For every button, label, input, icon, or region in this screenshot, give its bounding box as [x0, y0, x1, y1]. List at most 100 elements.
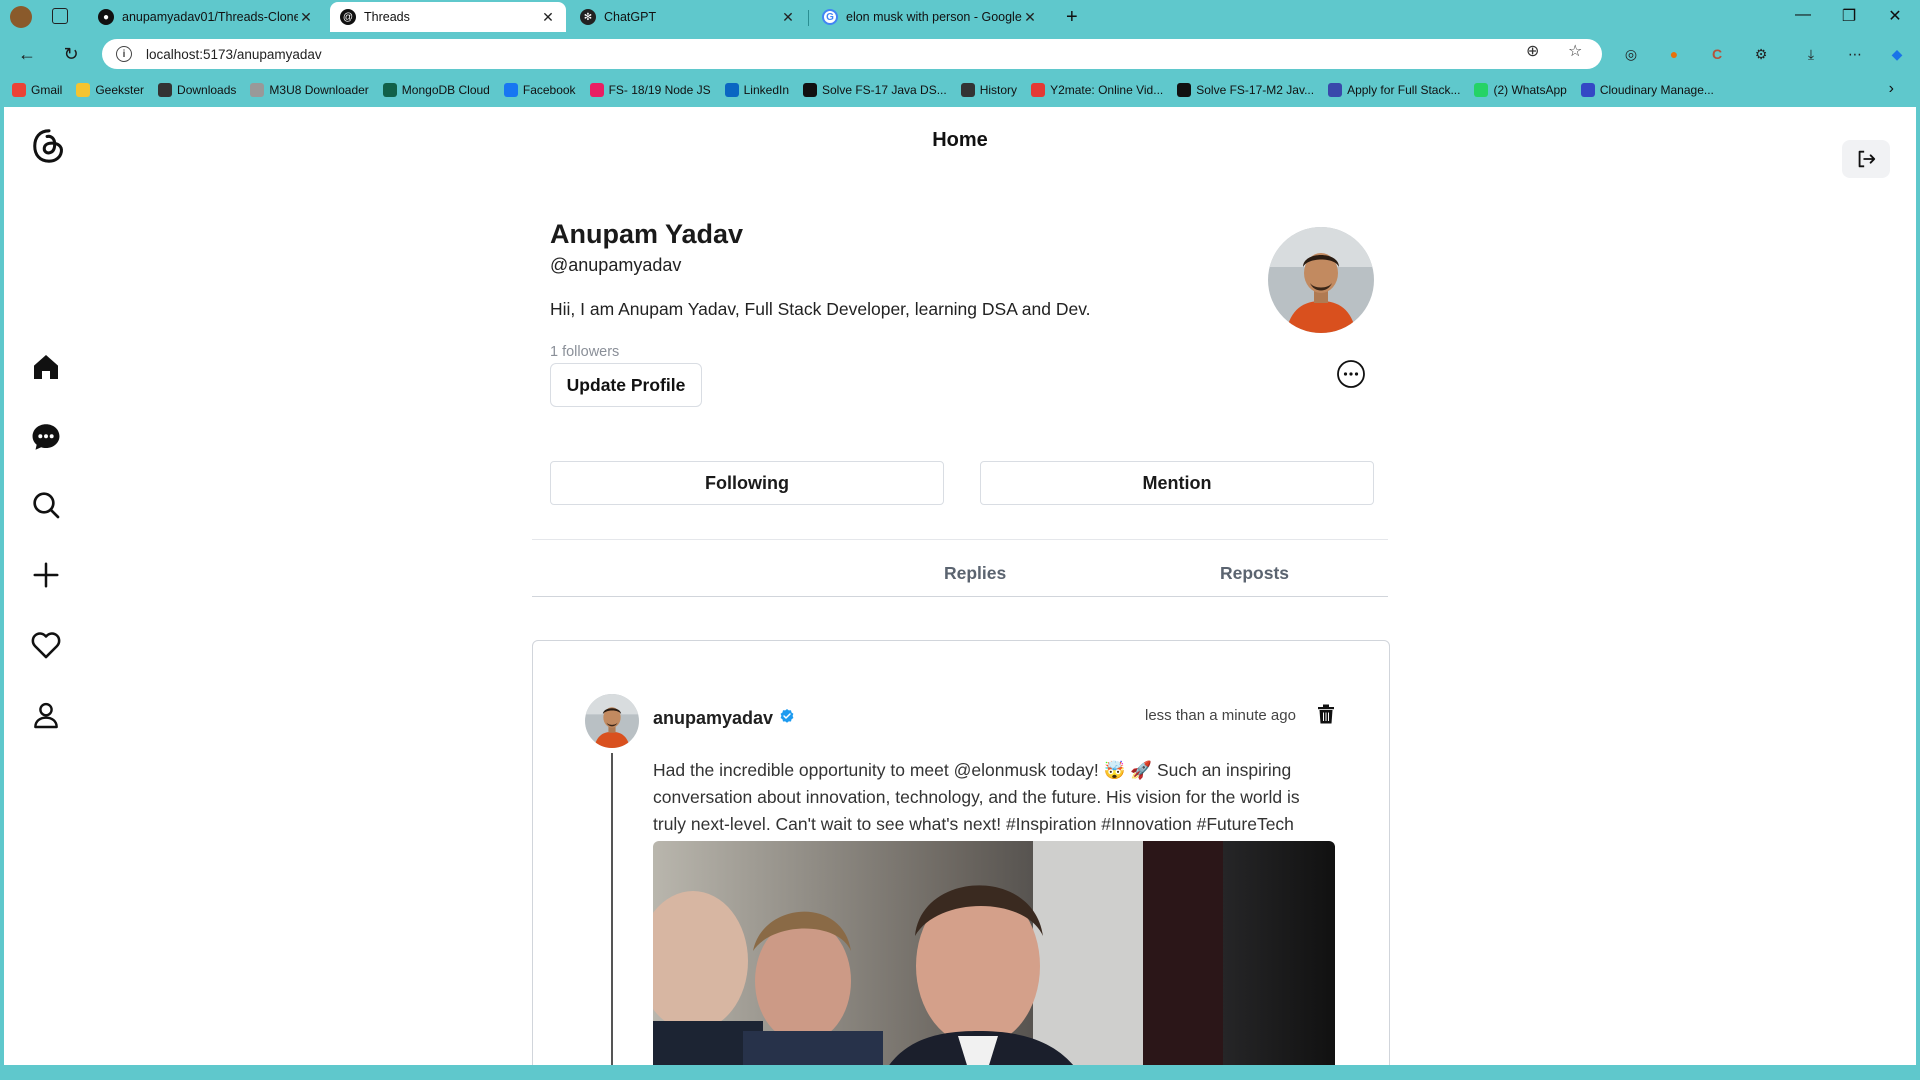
browser-nav-bar: ← ↻ i localhost:5173/anupamyadav ⊕ ☆ ◎ ●…: [0, 34, 1920, 74]
bookmark-label: Y2mate: Online Vid...: [1050, 83, 1164, 97]
avatar-photo: [585, 694, 639, 748]
profile-tabs: Replies Reposts: [532, 551, 1388, 597]
sidebar-item-search[interactable]: [26, 485, 66, 525]
tab-chatgpt[interactable]: ✻ ChatGPT ✕: [570, 2, 806, 32]
minimize-icon[interactable]: —: [1780, 6, 1826, 24]
sidebar-item-activity[interactable]: [26, 625, 66, 665]
bookmark-item[interactable]: M3U8 Downloader: [250, 83, 369, 97]
bookmarks-overflow-icon[interactable]: ›: [1889, 80, 1894, 98]
bookmark-item[interactable]: Solve FS-17 Java DS...: [803, 83, 947, 97]
bookmark-label: Geekster: [95, 83, 145, 97]
following-button[interactable]: Following: [550, 461, 944, 505]
bookmark-label: LinkedIn: [743, 83, 789, 97]
tab-title: elon musk with person - Google S: [846, 10, 1022, 24]
sidebar-item-chat[interactable]: [26, 417, 66, 457]
tab-reposts[interactable]: Reposts: [1220, 563, 1289, 584]
site-info-icon[interactable]: i: [116, 46, 132, 62]
bookmark-label: Downloads: [177, 83, 237, 97]
bookmark-item[interactable]: Downloads: [158, 83, 236, 97]
favorite-star-icon[interactable]: ☆: [1568, 41, 1582, 61]
bookmark-label: Apply for Full Stack...: [1347, 83, 1461, 97]
mention-button[interactable]: Mention: [980, 461, 1374, 505]
bookmark-icon: [158, 83, 173, 97]
bookmark-icon: [1031, 83, 1046, 97]
logout-button[interactable]: [1842, 140, 1890, 178]
bookmark-item[interactable]: Gmail: [12, 83, 62, 97]
new-tab-button[interactable]: +: [1056, 2, 1086, 32]
bookmark-item[interactable]: Solve FS-17-M2 Jav...: [1177, 83, 1314, 97]
followers-count[interactable]: 1 followers: [550, 344, 619, 360]
bookmark-item[interactable]: (2) WhatsApp: [1474, 83, 1567, 97]
delete-icon[interactable]: [1317, 704, 1335, 724]
tab-threads[interactable]: @ Threads ✕: [330, 2, 566, 32]
close-icon[interactable]: ✕: [298, 9, 314, 26]
page-title: Home: [932, 129, 988, 151]
bookmark-item[interactable]: Geekster: [76, 83, 144, 97]
divider: [532, 539, 1388, 540]
tab-github[interactable]: ● anupamyadav01/Threads-Clone ✕: [88, 2, 324, 32]
bookmark-label: FS- 18/19 Node JS: [608, 83, 711, 97]
sidebar-nav: [26, 347, 66, 765]
tab-replies[interactable]: Replies: [944, 563, 1006, 584]
post-username-row[interactable]: anupamyadav: [653, 708, 795, 729]
bookmark-icon: [1328, 83, 1343, 97]
bookmark-item[interactable]: Facebook: [503, 83, 576, 97]
post-photo: [653, 841, 1335, 1065]
sidebar-item-home[interactable]: [26, 347, 66, 387]
reload-icon[interactable]: ↻: [58, 42, 84, 66]
bookmark-icon: [382, 83, 397, 97]
bookmark-item[interactable]: Y2mate: Online Vid...: [1031, 83, 1163, 97]
github-icon: ●: [98, 9, 114, 25]
post-card[interactable]: anupamyadav less than a minute ago Had t…: [532, 640, 1390, 1065]
more-options-icon[interactable]: [1336, 359, 1366, 389]
profile-name: Anupam Yadav: [550, 219, 744, 249]
bookmark-icon: [1474, 83, 1489, 97]
copilot-icon[interactable]: ◆: [1886, 43, 1908, 65]
tab-title: ChatGPT: [604, 10, 657, 24]
address-bar[interactable]: i localhost:5173/anupamyadav ⊕ ☆: [102, 39, 1602, 69]
bookmark-item[interactable]: FS- 18/19 Node JS: [589, 83, 711, 97]
home-icon: [34, 355, 58, 379]
search-icon: [33, 492, 60, 519]
tab-google[interactable]: G elon musk with person - Google S ✕: [812, 2, 1048, 32]
close-icon[interactable]: ✕: [780, 9, 796, 26]
bookmark-item[interactable]: Apply for Full Stack...: [1328, 83, 1460, 97]
thread-line: [611, 753, 613, 1065]
browser-bottom-edge: [0, 1065, 1920, 1080]
bookmark-icon: [1177, 83, 1192, 97]
back-icon[interactable]: ←: [14, 42, 40, 66]
menu-dots-icon[interactable]: ⋯: [1844, 43, 1866, 65]
update-profile-button[interactable]: Update Profile: [550, 363, 702, 407]
sidebar-item-create[interactable]: [26, 555, 66, 595]
tab-title: Threads: [364, 10, 410, 24]
restore-icon[interactable]: ❐: [1826, 6, 1872, 26]
post-text: Had the incredible opportunity to meet @…: [653, 760, 1300, 834]
close-icon[interactable]: ✕: [1022, 9, 1038, 26]
bookmark-item[interactable]: Cloudinary Manage...: [1580, 83, 1714, 97]
extension-icon[interactable]: ◎: [1620, 43, 1642, 65]
bookmark-item[interactable]: History: [960, 83, 1018, 97]
bookmark-label: (2) WhatsApp: [1493, 83, 1567, 97]
workspaces-icon[interactable]: [52, 8, 68, 24]
extensions-puzzle-icon[interactable]: ⚙: [1750, 43, 1772, 65]
bookmark-item[interactable]: MongoDB Cloud: [382, 83, 490, 97]
profile-avatar: [1268, 227, 1374, 333]
close-icon[interactable]: ✕: [540, 9, 556, 26]
window-close-icon[interactable]: ✕: [1872, 6, 1918, 26]
tab-separator: [808, 10, 809, 26]
extension-icon[interactable]: C: [1706, 43, 1728, 65]
bookmark-item[interactable]: LinkedIn: [724, 83, 789, 97]
downloads-icon[interactable]: ⤓: [1800, 43, 1822, 65]
google-icon: G: [822, 9, 838, 25]
profile-avatar-icon[interactable]: [10, 6, 32, 28]
post-avatar[interactable]: [585, 694, 639, 748]
url-text: localhost:5173/anupamyadav: [146, 46, 322, 62]
post-image[interactable]: [653, 841, 1335, 1065]
bookmark-icon: [724, 83, 739, 97]
sidebar-item-profile[interactable]: [26, 695, 66, 735]
extension-icon[interactable]: ●: [1663, 43, 1685, 65]
zoom-icon[interactable]: ⊕: [1526, 41, 1539, 61]
post-username[interactable]: anupamyadav: [653, 708, 773, 729]
profile-bio: Hii, I am Anupam Yadav, Full Stack Devel…: [550, 299, 1091, 319]
bookmark-label: History: [979, 83, 1018, 97]
